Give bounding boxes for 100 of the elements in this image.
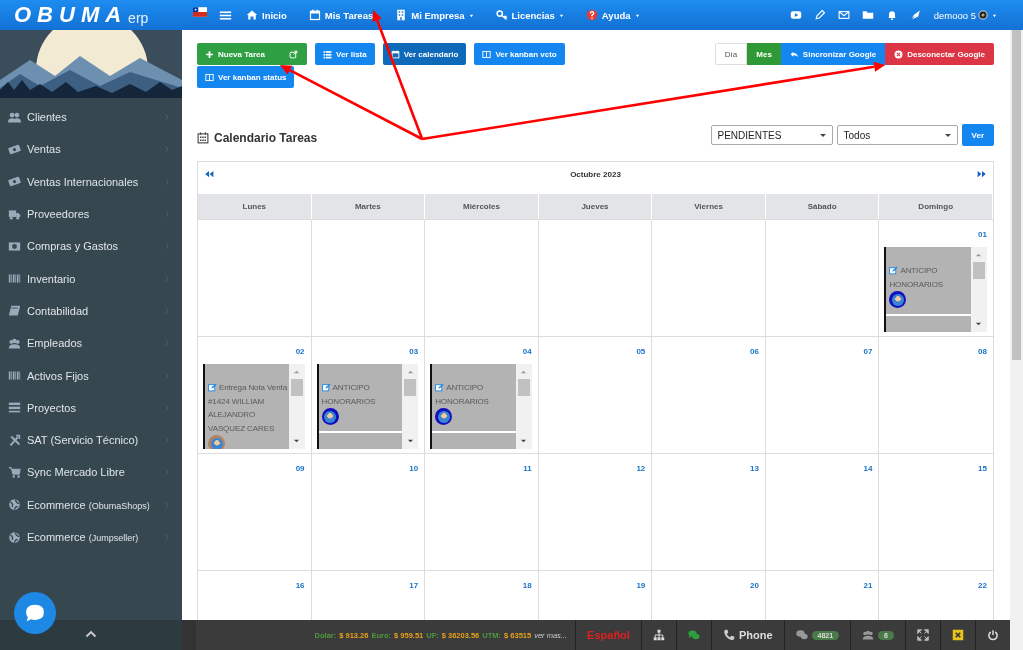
day-cell[interactable] <box>652 219 766 336</box>
nav-link[interactable]: Inicio <box>246 0 287 30</box>
phone-button[interactable]: Phone <box>710 620 784 650</box>
sidebar-item[interactable]: Ventas <box>0 133 182 166</box>
logo-text[interactable]: OBUMA <box>14 4 128 26</box>
day-cell[interactable]: 06 <box>652 336 766 453</box>
sidebar-item[interactable]: Compras y Gastos <box>0 230 182 263</box>
previous-icon[interactable] <box>204 169 214 179</box>
day-cell[interactable]: 07 <box>765 336 880 453</box>
nav-link[interactable]: Mis Tareas <box>308 0 374 30</box>
edit-icon[interactable] <box>889 266 899 275</box>
day-cell[interactable]: 12 <box>538 453 653 570</box>
scrollbar[interactable] <box>402 364 419 449</box>
edit-icon[interactable] <box>208 383 217 392</box>
sidebar-item[interactable]: Proyectos <box>0 391 182 424</box>
sidebar-item[interactable]: Ecommerce (ObumaShops) <box>0 488 182 521</box>
scrollbar[interactable] <box>1010 30 1023 650</box>
day-number[interactable]: 16 <box>295 581 305 590</box>
sync-google-button[interactable]: Sincronizar Google <box>780 43 886 65</box>
day-number[interactable]: 12 <box>636 464 646 473</box>
day-cell[interactable] <box>311 219 426 336</box>
view-button[interactable]: Ver kanban status <box>197 66 295 88</box>
sidebar-item[interactable]: Activos Fijos <box>0 359 182 392</box>
sidebar-item[interactable]: Ventas Internacionales <box>0 165 182 198</box>
scroll-thumb[interactable] <box>404 379 417 396</box>
users-icon <box>8 110 21 124</box>
menu-icon[interactable] <box>219 8 232 22</box>
day-number[interactable]: 06 <box>749 347 759 356</box>
logo-suffix[interactable]: erp <box>128 10 149 26</box>
video-icon[interactable] <box>789 9 802 21</box>
day-number[interactable]: 10 <box>409 464 419 473</box>
day-number[interactable]: 07 <box>863 347 873 356</box>
day-cell[interactable]: 02 Entrega Nota Venta #1424 WILLIAM ALEJANDRO VASQUEZ CARES <box>198 336 312 453</box>
day-cell[interactable] <box>198 219 312 336</box>
day-cell[interactable]: 14 <box>765 453 880 570</box>
day-number[interactable]: 04 <box>522 347 532 356</box>
edit-icon[interactable] <box>435 383 445 392</box>
view-button[interactable]: Ver kanban vcto <box>474 43 565 65</box>
day-cell[interactable] <box>765 219 880 336</box>
filter-dropdown[interactable]: Todos <box>836 125 958 145</box>
day-number[interactable]: 18 <box>522 581 532 590</box>
range-tab[interactable]: Mes <box>747 43 781 65</box>
folder-icon[interactable] <box>861 9 874 21</box>
day-number[interactable]: 21 <box>863 581 873 590</box>
rocket-icon[interactable] <box>909 9 922 21</box>
nav-link[interactable]: Licencias <box>495 0 564 30</box>
scroll-thumb[interactable] <box>517 379 530 396</box>
scroll-thumb[interactable] <box>290 379 303 396</box>
next-icon[interactable] <box>977 169 987 179</box>
day-cell[interactable] <box>425 219 539 336</box>
day-cell[interactable] <box>538 219 653 336</box>
edit-icon[interactable] <box>321 383 331 392</box>
filter-dropdown[interactable]: PENDIENTES <box>710 125 833 145</box>
day-number[interactable]: 19 <box>636 581 646 590</box>
day-number[interactable]: 22 <box>978 581 987 590</box>
scroll-thumb[interactable] <box>973 262 985 279</box>
day-number[interactable]: 14 <box>863 464 873 473</box>
day-number[interactable]: 15 <box>978 464 987 473</box>
day-cell[interactable]: 13 <box>652 453 766 570</box>
day-number[interactable]: 01 <box>978 230 987 239</box>
user-menu[interactable]: demooo 5 <box>933 9 997 21</box>
day-number[interactable]: 13 <box>749 464 759 473</box>
day-number[interactable]: 09 <box>295 464 305 473</box>
mail-icon[interactable] <box>837 9 850 21</box>
view-button[interactable]: Ver calendario <box>382 43 467 65</box>
scroll-thumb[interactable] <box>1012 30 1021 360</box>
flag-icon[interactable] <box>193 7 207 17</box>
day-number[interactable]: 17 <box>409 581 419 590</box>
day-number[interactable]: 08 <box>978 347 987 356</box>
pen-icon[interactable] <box>813 9 826 21</box>
sidebar-item[interactable]: Contabilidad <box>0 294 182 328</box>
day-number[interactable]: 11 <box>523 464 532 473</box>
day-cell[interactable]: 01 ANTICIPO HONORARIOS <box>879 219 993 336</box>
day-cell[interactable]: 09 <box>198 453 312 570</box>
day-cell[interactable]: 10 <box>311 453 426 570</box>
sidebar-item[interactable]: Clientes <box>0 101 182 134</box>
day-number[interactable]: 02 <box>295 347 305 356</box>
sidebar-item[interactable]: Ecommerce (Jumpseller) <box>0 520 182 554</box>
day-cell[interactable]: 04 ANTICIPO HONORARIOS <box>425 336 539 453</box>
sidebar-item[interactable]: SAT (Servicio Técnico) <box>0 423 182 457</box>
sidebar-item[interactable]: Proveedores <box>0 197 182 231</box>
sidebar-item[interactable]: Empleados <box>0 327 182 360</box>
day-number[interactable]: 03 <box>409 347 419 356</box>
range-tab[interactable]: Día <box>714 43 748 65</box>
view-button[interactable]: Ver lista <box>315 43 375 65</box>
new-task-button[interactable]: Nueva Tarea <box>197 43 280 65</box>
open-external-button[interactable] <box>280 43 307 65</box>
day-cell[interactable]: 05 <box>538 336 653 453</box>
disconnect-google-button[interactable]: Desconectar Google <box>885 43 994 65</box>
apply-button[interactable]: Ver <box>961 124 994 146</box>
day-cell[interactable]: 11 <box>425 453 539 570</box>
sidebar-item[interactable]: Sync Mercado Libre <box>0 456 182 489</box>
sidebar-item[interactable]: Inventario <box>0 262 182 295</box>
day-cell[interactable]: 08 <box>879 336 993 453</box>
nav-link[interactable]: Ayuda <box>585 0 640 30</box>
day-cell[interactable]: 15 <box>879 453 993 570</box>
day-number[interactable]: 05 <box>636 347 646 356</box>
day-cell[interactable]: 03 ANTICIPO HONORARIOS <box>311 336 426 453</box>
day-number[interactable]: 20 <box>749 581 759 590</box>
nav-link[interactable]: Mi Empresa <box>395 0 474 30</box>
